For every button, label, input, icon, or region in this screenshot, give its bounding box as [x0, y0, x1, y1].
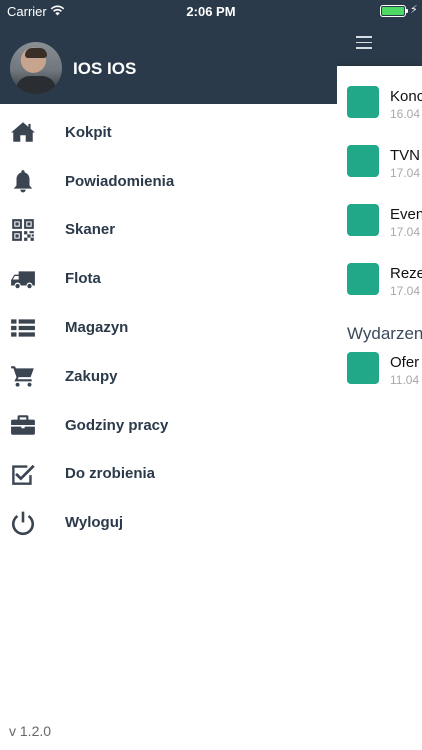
battery-icon [380, 5, 406, 17]
menu-item-label: Flota [65, 270, 101, 288]
menu-item-do-zrobienia[interactable]: Do zrobienia [0, 450, 337, 499]
event-color-marker [347, 145, 379, 177]
section-title: Wydarzen [347, 324, 422, 343]
list-item-date: 11.04 [390, 373, 420, 387]
screen: Konc 16.04 TVN 17.04 Even 17.04 Reze 17.… [0, 0, 422, 750]
side-drawer: IOS IOS Kokpit Powiadomienia Skaner Flot… [0, 0, 337, 750]
menu-item-label: Magazyn [65, 319, 129, 337]
list-item-title: Konc [390, 88, 422, 105]
status-time: 2:06 PM [186, 4, 236, 19]
home-icon [10, 119, 36, 145]
menu-item-wyloguj[interactable]: Wyloguj [0, 498, 337, 547]
hamburger-menu-icon[interactable] [356, 36, 372, 50]
truck-icon [10, 266, 36, 292]
menu-item-label: Skaner [65, 221, 116, 239]
event-color-marker [347, 86, 379, 118]
list-item-date: 17.04 [390, 225, 421, 239]
menu-item-skaner[interactable]: Skaner [0, 206, 337, 255]
event-color-marker [347, 204, 379, 236]
briefcase-icon [10, 412, 36, 438]
list-item[interactable]: Konc 16.04 [347, 86, 422, 126]
battery-nub [406, 9, 408, 13]
list-item[interactable]: TVN 17.04 [347, 145, 422, 185]
list-item-date: 16.04 [390, 107, 421, 121]
menu-item-label: Kokpit [65, 123, 112, 141]
menu-item-magazyn[interactable]: Magazyn [0, 303, 337, 352]
menu-item-label: Do zrobienia [65, 465, 156, 483]
menu-item-label: Zakupy [65, 367, 118, 385]
list-item-title: Ofer [390, 354, 420, 371]
menu-item-zakupy[interactable]: Zakupy [0, 352, 337, 401]
content-panel: Konc 16.04 TVN 17.04 Even 17.04 Reze 17.… [337, 66, 422, 750]
list-item-title: TVN [390, 147, 420, 164]
list-item[interactable]: Even 17.04 [347, 204, 422, 244]
event-color-marker [347, 352, 379, 384]
menu-item-label: Wyloguj [65, 514, 124, 532]
avatar[interactable] [10, 42, 62, 94]
side-menu: Kokpit Powiadomienia Skaner Flota Magazy… [0, 108, 337, 547]
power-icon [10, 510, 36, 536]
event-color-marker [347, 263, 379, 295]
list-item-title: Even [390, 206, 422, 223]
bell-icon [10, 168, 36, 194]
list-item-date: 17.04 [390, 166, 421, 180]
status-bar: Carrier 2:06 PM ⚡ [0, 0, 422, 22]
qr-code-icon [10, 217, 36, 243]
menu-item-powiadomienia[interactable]: Powiadomienia [0, 157, 337, 206]
menu-item-label: Powiadomienia [65, 172, 175, 190]
cart-icon [10, 363, 36, 389]
menu-item-flota[interactable]: Flota [0, 254, 337, 303]
user-name: IOS IOS [73, 59, 137, 78]
list-item[interactable]: Reze 17.04 [347, 263, 422, 303]
menu-item-label: Godziny pracy [65, 416, 169, 434]
menu-item-godziny-pracy[interactable]: Godziny pracy [0, 401, 337, 450]
list-item-title: Reze [390, 265, 422, 282]
checkbox-icon [10, 461, 36, 487]
charging-bolt-icon: ⚡ [410, 4, 418, 16]
menu-item-kokpit[interactable]: Kokpit [0, 108, 337, 157]
app-version: v 1.2.0 [9, 723, 52, 739]
list-item[interactable]: Ofer 11.04 [347, 352, 422, 392]
list-item-date: 17.04 [390, 284, 421, 298]
list-icon [10, 315, 36, 341]
